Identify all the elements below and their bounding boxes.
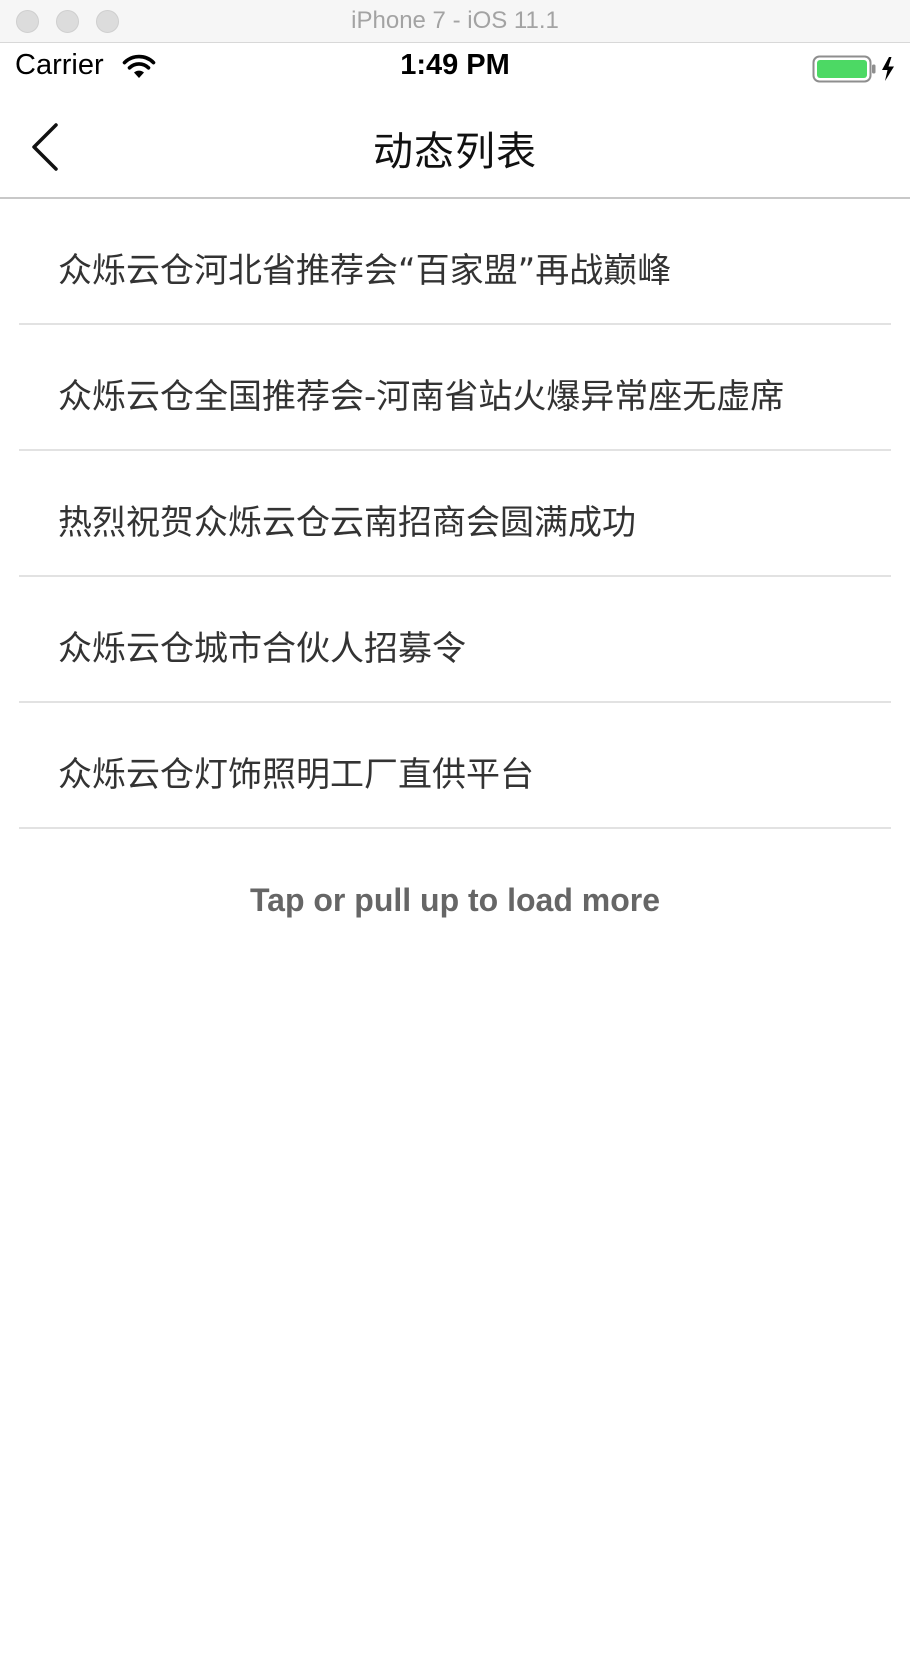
battery-charging-icon bbox=[812, 55, 894, 83]
list-item[interactable]: 众烁云仓灯饰照明工厂直供平台 bbox=[0, 703, 910, 829]
list-item-title: 众烁云仓河北省推荐会“百家盟”再战巅峰 bbox=[58, 251, 672, 291]
list-item[interactable]: 众烁云仓河北省推荐会“百家盟”再战巅峰 bbox=[0, 199, 910, 325]
list-item[interactable]: 热烈祝贺众烁云仓云南招商会圆满成功 bbox=[0, 451, 910, 577]
status-bar: Carrier 1:49 PM bbox=[0, 43, 910, 95]
list-item[interactable]: 众烁云仓城市合伙人招募令 bbox=[0, 577, 910, 703]
load-more-button[interactable]: Tap or pull up to load more bbox=[0, 882, 910, 919]
navigation-bar: 动态列表 bbox=[0, 95, 910, 199]
status-time: 1:49 PM bbox=[400, 49, 510, 81]
list-item[interactable]: 众烁云仓全国推荐会-河南省站火爆异常座无虚席 bbox=[0, 325, 910, 451]
list-item-title: 众烁云仓灯饰照明工厂直供平台 bbox=[58, 755, 534, 795]
news-list: 众烁云仓河北省推荐会“百家盟”再战巅峰 众烁云仓全国推荐会-河南省站火爆异常座无… bbox=[0, 199, 910, 829]
simulator-window: iPhone 7 - iOS 11.1 Carrier 1:49 PM 动态列表… bbox=[0, 0, 910, 1664]
window-titlebar: iPhone 7 - iOS 11.1 bbox=[0, 0, 910, 43]
list-divider bbox=[19, 827, 891, 829]
list-item-title: 众烁云仓城市合伙人招募令 bbox=[58, 629, 466, 669]
page-title: 动态列表 bbox=[373, 129, 537, 175]
window-title: iPhone 7 - iOS 11.1 bbox=[351, 7, 559, 34]
list-item-title: 众烁云仓全国推荐会-河南省站火爆异常座无虚席 bbox=[58, 377, 785, 417]
list-item-title: 热烈祝贺众烁云仓云南招商会圆满成功 bbox=[58, 503, 636, 543]
